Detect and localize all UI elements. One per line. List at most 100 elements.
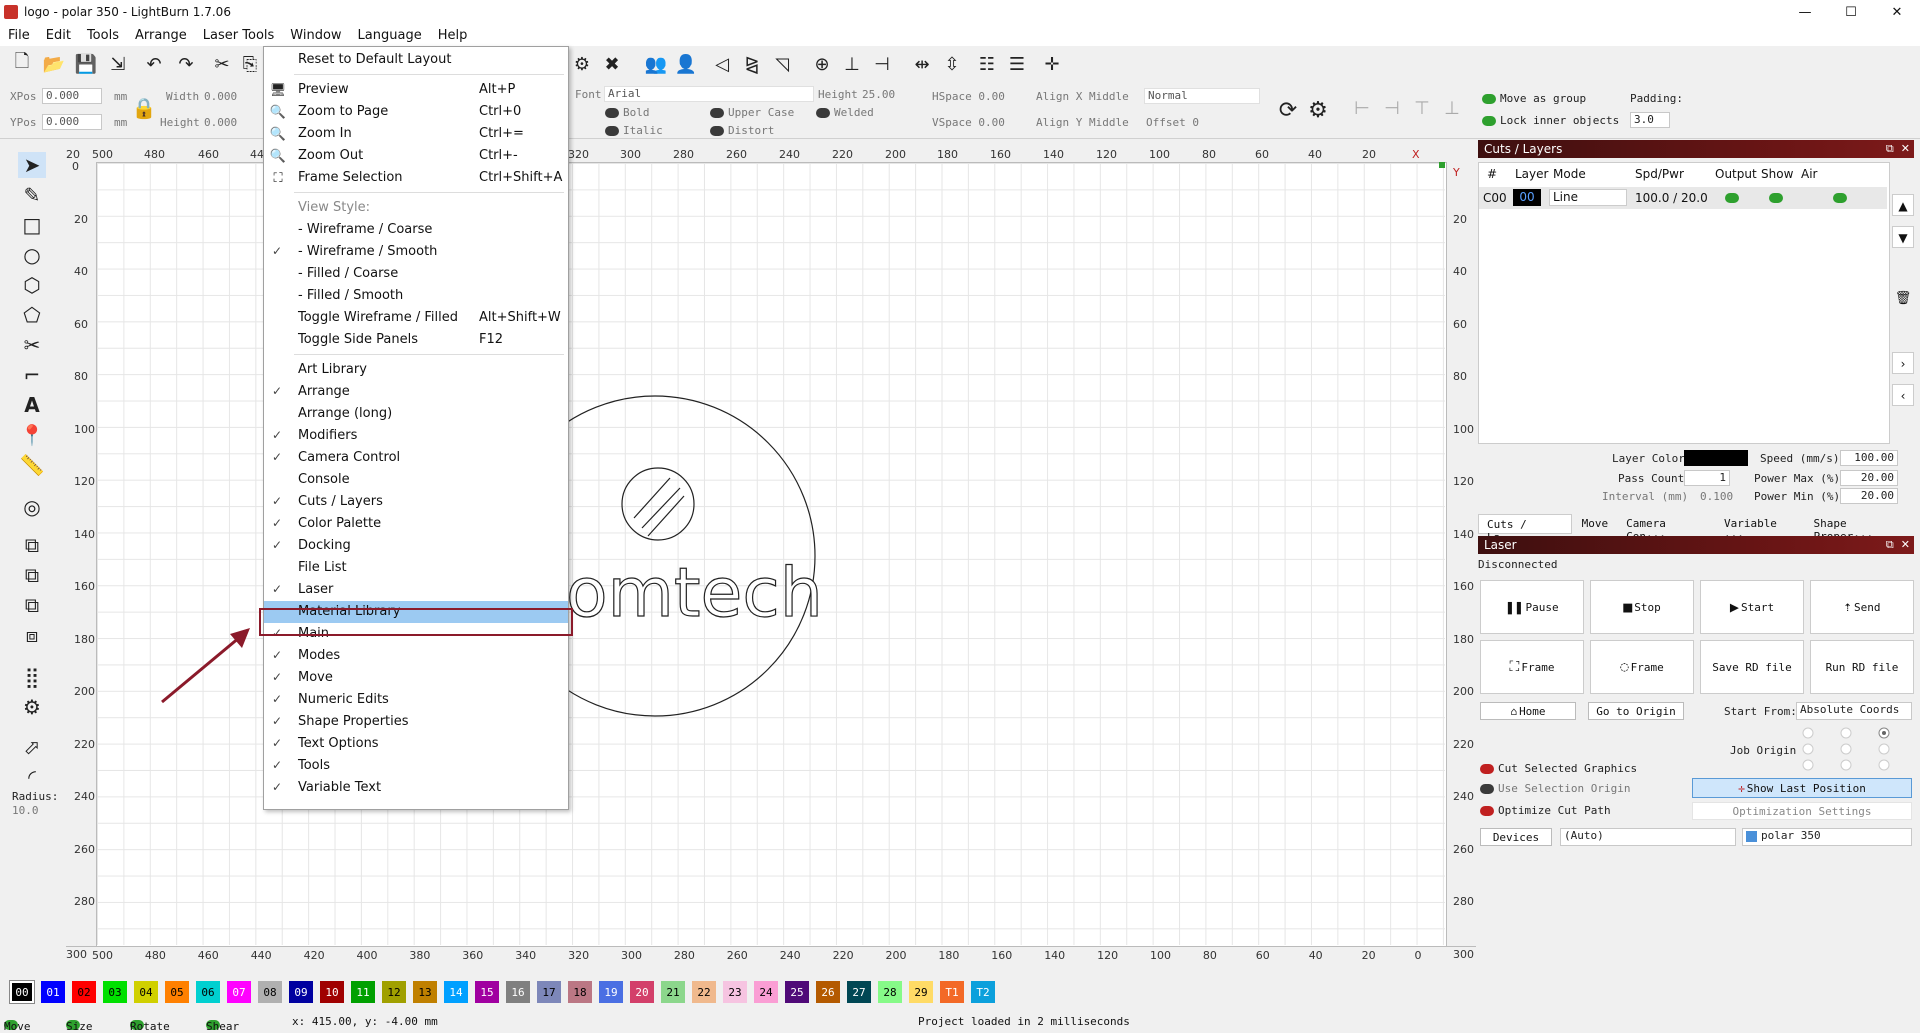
- circular-array-icon[interactable]: ⚙: [18, 694, 46, 720]
- palette-swatch-05[interactable]: 05: [165, 981, 189, 1003]
- menu-tools[interactable]: Tools: [79, 28, 127, 43]
- menu-item-toggle-wireframe-filled[interactable]: Toggle Wireframe / Filled Alt+Shift+W: [264, 307, 568, 329]
- menu-item-cuts-layers[interactable]: ✓ Cuts / Layers: [264, 491, 568, 513]
- show-last-position-button[interactable]: ✛ Show Last Position: [1692, 778, 1912, 798]
- palette-swatch-27[interactable]: 27: [847, 981, 871, 1003]
- speed-input[interactable]: 100.00: [1840, 450, 1898, 466]
- palette-swatch-14[interactable]: 14: [444, 981, 468, 1003]
- distort-toggle[interactable]: [710, 126, 724, 136]
- align-top-edges-icon[interactable]: ⊤: [1410, 96, 1434, 120]
- tab-camera-control[interactable]: Camera Con···: [1618, 514, 1716, 543]
- start-from-select[interactable]: Absolute Coords: [1796, 702, 1912, 720]
- delete-layer-icon[interactable]: 🗑: [1892, 288, 1914, 310]
- align-center-icon[interactable]: ⊕: [810, 52, 834, 76]
- machine-settings-icon[interactable]: ✖: [600, 52, 624, 76]
- rectangle-tool-icon[interactable]: □: [18, 212, 46, 238]
- hspace-value[interactable]: 0.00: [978, 90, 1005, 103]
- measure-tool-icon[interactable]: 📏: [18, 452, 46, 478]
- menu-item-modes[interactable]: ✓ Modes: [264, 645, 568, 667]
- offset-tool-icon[interactable]: ◎: [18, 494, 46, 520]
- circle-frame-button[interactable]: ◌ Frame: [1590, 640, 1694, 694]
- palette-swatch-t1[interactable]: T1: [940, 981, 964, 1003]
- palette-swatch-24[interactable]: 24: [754, 981, 778, 1003]
- edit-nodes-icon[interactable]: ✂: [18, 332, 46, 358]
- menu-file[interactable]: File: [0, 28, 38, 43]
- port-select[interactable]: (Auto): [1560, 828, 1736, 846]
- tab-variable-text[interactable]: Variable ···: [1716, 514, 1808, 543]
- power-min-input[interactable]: 20.00: [1840, 488, 1898, 504]
- font-select[interactable]: Arial: [604, 86, 814, 102]
- tab-move[interactable]: Move: [1572, 514, 1619, 534]
- welded-toggle[interactable]: [816, 108, 830, 118]
- close-panel-icon[interactable]: ✕: [1901, 142, 1910, 155]
- palette-swatch-15[interactable]: 15: [475, 981, 499, 1003]
- lock-inner-toggle[interactable]: [1482, 116, 1496, 126]
- menu-item-art-library[interactable]: Art Library: [264, 359, 568, 381]
- palette-swatch-10[interactable]: 10: [320, 981, 344, 1003]
- palette-swatch-03[interactable]: 03: [103, 981, 127, 1003]
- rotate-tool-icon[interactable]: ⟳: [1276, 98, 1300, 123]
- menu-item-console[interactable]: Console: [264, 469, 568, 491]
- palette-swatch-t2[interactable]: T2: [971, 981, 995, 1003]
- boolean-difference-icon[interactable]: ⧉: [18, 562, 46, 588]
- laser-head-icon[interactable]: ⚙: [1306, 98, 1330, 123]
- menu-item-preview[interactable]: 🖥 Preview Alt+P: [264, 79, 568, 101]
- palette-swatch-12[interactable]: 12: [382, 981, 406, 1003]
- menu-item-modifiers[interactable]: ✓ Modifiers: [264, 425, 568, 447]
- space-v-icon[interactable]: ☰: [1005, 52, 1029, 76]
- use-selection-origin-toggle[interactable]: [1480, 784, 1494, 794]
- group-icon[interactable]: 👥: [644, 52, 668, 76]
- menu-item-arrange[interactable]: ✓ Arrange: [264, 381, 568, 403]
- align-right-icon[interactable]: ⊣: [870, 52, 894, 76]
- redo-icon[interactable]: ↷: [174, 52, 198, 76]
- settings-icon[interactable]: ⚙: [570, 52, 594, 76]
- italic-toggle[interactable]: [605, 126, 619, 136]
- align-bottom-icon[interactable]: ⊥: [840, 52, 864, 76]
- tab-cuts-layers[interactable]: Cuts / La···: [1478, 514, 1572, 544]
- ypos-input[interactable]: 0.000: [42, 114, 102, 130]
- ungroup-icon[interactable]: 👤: [674, 52, 698, 76]
- palette-swatch-11[interactable]: 11: [351, 981, 375, 1003]
- boolean-intersection-icon[interactable]: ⧉: [18, 592, 46, 618]
- text-tool-icon[interactable]: A: [18, 392, 46, 418]
- menu-item-camera-control[interactable]: ✓ Camera Control: [264, 447, 568, 469]
- palette-swatch-17[interactable]: 17: [537, 981, 561, 1003]
- position-laser-icon[interactable]: 📍: [18, 422, 46, 448]
- palette-swatch-04[interactable]: 04: [134, 981, 158, 1003]
- menu-item-wireframe-coarse[interactable]: - Wireframe / Coarse: [264, 219, 568, 241]
- menu-item-wireframe-smooth[interactable]: ✓ - Wireframe / Smooth: [264, 241, 568, 263]
- palette-swatch-22[interactable]: 22: [692, 981, 716, 1003]
- run-rd-button[interactable]: Run RD file: [1810, 640, 1914, 694]
- palette-swatch-26[interactable]: 26: [816, 981, 840, 1003]
- text-height-value[interactable]: 25.00: [862, 88, 895, 101]
- interval-value[interactable]: 0.100: [1700, 490, 1733, 503]
- align-x-select[interactable]: Align X Middle: [1036, 90, 1129, 103]
- send-button[interactable]: ⇡ Send: [1810, 580, 1914, 634]
- menu-item-move[interactable]: ✓ Move: [264, 667, 568, 689]
- power-max-input[interactable]: 20.00: [1840, 470, 1898, 486]
- palette-swatch-25[interactable]: 25: [785, 981, 809, 1003]
- palette-swatch-29[interactable]: 29: [909, 981, 933, 1003]
- menu-item-docking[interactable]: ✓ Docking: [264, 535, 568, 557]
- export-icon[interactable]: ⇲: [106, 52, 130, 76]
- cut-icon[interactable]: ✂: [210, 52, 234, 76]
- save-rd-button[interactable]: Save RD file: [1700, 640, 1804, 694]
- move-layer-down-icon[interactable]: ▼: [1892, 226, 1914, 248]
- bold-toggle[interactable]: [605, 108, 619, 118]
- palette-swatch-01[interactable]: 01: [41, 981, 65, 1003]
- devices-button[interactable]: Devices: [1480, 828, 1552, 846]
- palette-swatch-00[interactable]: 00: [9, 980, 35, 1004]
- weld-icon[interactable]: ⧈: [18, 622, 46, 648]
- lock-icon[interactable]: 🔒: [132, 96, 157, 120]
- padding-input[interactable]: 3.0: [1630, 112, 1670, 128]
- width-value[interactable]: 0.000: [204, 90, 237, 103]
- distribute-v-icon[interactable]: ⇳: [940, 52, 964, 76]
- output-toggle[interactable]: [1725, 193, 1739, 203]
- palette-swatch-18[interactable]: 18: [568, 981, 592, 1003]
- menu-item-shape-properties[interactable]: ✓ Shape Properties: [264, 711, 568, 733]
- float-panel-icon[interactable]: ⧉: [1886, 142, 1894, 155]
- menu-item-laser[interactable]: ✓ Laser: [264, 579, 568, 601]
- new-file-icon[interactable]: 🗋: [10, 51, 34, 76]
- tab-shape-properties[interactable]: Shape Proper···: [1808, 514, 1914, 543]
- upper-case-toggle[interactable]: [710, 108, 724, 118]
